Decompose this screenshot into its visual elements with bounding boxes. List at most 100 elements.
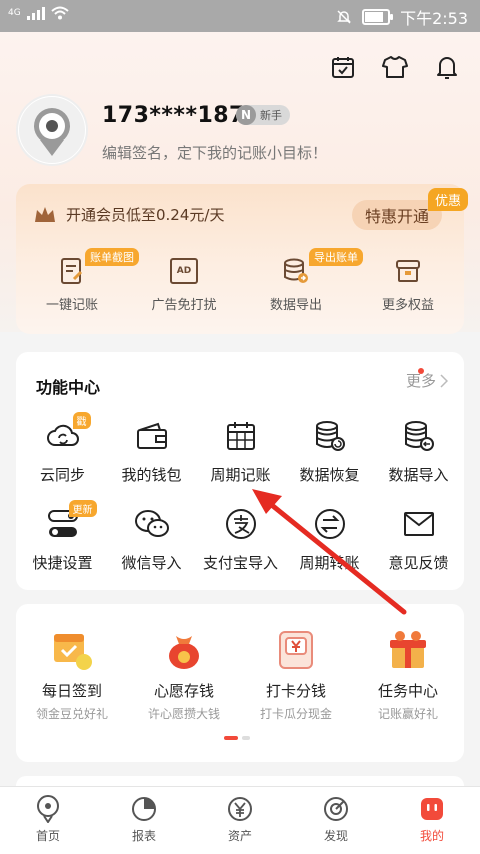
- nav-report[interactable]: 报表: [96, 787, 192, 854]
- nav-label: 报表: [131, 829, 156, 843]
- discover-icon: [322, 795, 350, 823]
- header-actions: [328, 52, 462, 82]
- task-subtitle: 领金豆兑好礼: [35, 707, 108, 721]
- nav-mine[interactable]: 我的: [384, 787, 480, 854]
- status-bar: 4G 下午2:53: [0, 0, 480, 32]
- clock: 下午2:53: [400, 9, 468, 28]
- calendar-check-icon[interactable]: [328, 52, 358, 82]
- task-subtitle: 许心愿攒大钱: [147, 707, 220, 721]
- nav-assets[interactable]: 资产: [192, 787, 288, 854]
- level-badge[interactable]: N 新手: [236, 105, 290, 125]
- function-wechat-import[interactable]: 微信导入: [107, 506, 196, 573]
- more-rights-icon: [393, 256, 423, 286]
- money-bag-icon: [162, 628, 206, 672]
- function-label: 意见反馈: [388, 554, 449, 572]
- calendar-icon: [223, 418, 259, 454]
- function-label: 微信导入: [121, 554, 182, 572]
- chevron-right-icon: [440, 373, 448, 388]
- task-title: 任务中心: [377, 682, 438, 700]
- assets-icon: [226, 795, 254, 823]
- member-promo-text: 开通会员低至0.24元/天: [66, 206, 225, 224]
- discount-ribbon: 优惠: [427, 188, 468, 211]
- status-left: 4G: [8, 6, 69, 20]
- function-data-import[interactable]: 数据导入: [374, 418, 463, 485]
- transfer-icon: [312, 506, 348, 542]
- network-type: 4G: [8, 8, 21, 18]
- function-label: 我的钱包: [121, 466, 182, 484]
- mine-icon: [418, 795, 446, 823]
- function-periodic-transfer[interactable]: 周期转账: [285, 506, 374, 573]
- member-item-label: 一键记账: [45, 298, 98, 313]
- wallet-icon: [134, 418, 170, 454]
- quick-bill-icon: 账单截图: [57, 248, 139, 286]
- toggle-icon: 更新: [45, 500, 97, 542]
- function-label: 云同步: [39, 466, 85, 484]
- gift-box-icon: [386, 628, 430, 672]
- function-label: 数据导入: [388, 466, 449, 484]
- function-wallet[interactable]: 我的钱包: [107, 418, 196, 485]
- function-label: 数据恢复: [299, 466, 360, 484]
- alipay-icon: [223, 506, 259, 542]
- mail-icon: [401, 506, 437, 542]
- bell-icon[interactable]: [432, 52, 462, 82]
- member-item-more-rights[interactable]: 更多权益: [358, 256, 458, 313]
- data-restore-icon: [312, 418, 348, 454]
- member-item-data-export[interactable]: 导出账单 数据导出: [246, 248, 363, 313]
- function-periodic-bill[interactable]: 周期记账: [196, 418, 285, 485]
- function-feedback[interactable]: 意见反馈: [374, 506, 463, 573]
- nav-label: 我的: [419, 829, 444, 843]
- battery-icon: [362, 9, 394, 25]
- member-item-quick-bill[interactable]: 账单截图 一键记账: [22, 248, 139, 313]
- task-title: 打卡分钱: [265, 682, 326, 700]
- member-item-tag: 导出账单: [309, 248, 363, 266]
- nav-home[interactable]: 首页: [0, 787, 96, 854]
- nav-label: 发现: [323, 829, 348, 843]
- task-task-center[interactable]: 任务中心 记账赢好礼: [352, 628, 464, 722]
- home-icon: [34, 795, 62, 823]
- task-pager: [224, 736, 250, 740]
- crown-icon: [35, 207, 55, 222]
- checkin-calendar-icon: [50, 628, 94, 672]
- task-title: 心愿存钱: [153, 682, 214, 700]
- function-cloud-sync[interactable]: 戳 云同步: [18, 412, 107, 485]
- nav-discover[interactable]: 发现: [288, 787, 384, 854]
- avatar[interactable]: [18, 96, 86, 164]
- report-icon: [130, 795, 158, 823]
- function-tag: 更新: [68, 500, 97, 517]
- member-item-ad-free[interactable]: AD 广告免打扰: [134, 256, 234, 313]
- data-export-icon: 导出账单: [281, 248, 363, 286]
- task-punch-card[interactable]: 打卡分钱 打卡瓜分现金: [240, 628, 352, 722]
- member-item-tag: 账单截图: [85, 248, 139, 266]
- signal-icon: [26, 6, 45, 20]
- function-center-more[interactable]: 更多: [406, 368, 448, 391]
- mute-bell-icon: [337, 10, 351, 24]
- nav-label: 首页: [35, 829, 60, 843]
- function-label: 周期转账: [299, 554, 360, 572]
- wechat-icon: [134, 506, 170, 542]
- member-item-label: 数据导出: [269, 298, 322, 313]
- level-badge-text: 新手: [260, 109, 282, 122]
- bottom-nav: 首页 报表 资产 发现 我的: [0, 786, 480, 854]
- function-label: 快捷设置: [32, 554, 93, 572]
- status-right: 下午2:53: [336, 5, 468, 29]
- task-wish-saving[interactable]: 心愿存钱 许心愿攒大钱: [128, 628, 240, 722]
- function-center-title: 功能中心: [36, 378, 101, 397]
- member-item-label: 广告免打扰: [151, 298, 217, 313]
- member-item-label: 更多权益: [381, 298, 434, 313]
- ad-icon-text: AD: [170, 258, 198, 284]
- function-quick-settings[interactable]: 更新 快捷设置: [18, 500, 107, 573]
- task-subtitle: 记账赢好礼: [377, 707, 438, 721]
- function-center-card: 功能中心 更多 戳 云同步 我的钱包 周期记账 数据恢复 数据导入 更新 快捷设…: [16, 352, 464, 590]
- function-alipay-import[interactable]: 支付宝导入: [196, 506, 285, 573]
- data-import-icon: [401, 418, 437, 454]
- function-tag: 戳: [72, 412, 91, 429]
- tshirt-icon[interactable]: [380, 52, 410, 82]
- member-card[interactable]: 开通会员低至0.24元/天 特惠开通 优惠 账单截图 一键记账 AD 广告免打扰…: [16, 184, 468, 334]
- punch-card-icon: [274, 628, 318, 672]
- task-title: 每日签到: [41, 682, 102, 700]
- task-daily-checkin[interactable]: 每日签到 领金豆兑好礼: [16, 628, 128, 722]
- signature[interactable]: 编辑签名，定下我的记账小目标！: [102, 142, 327, 163]
- function-data-restore[interactable]: 数据恢复: [285, 418, 374, 485]
- wifi-icon: [51, 6, 69, 20]
- pager-dot: [242, 736, 250, 740]
